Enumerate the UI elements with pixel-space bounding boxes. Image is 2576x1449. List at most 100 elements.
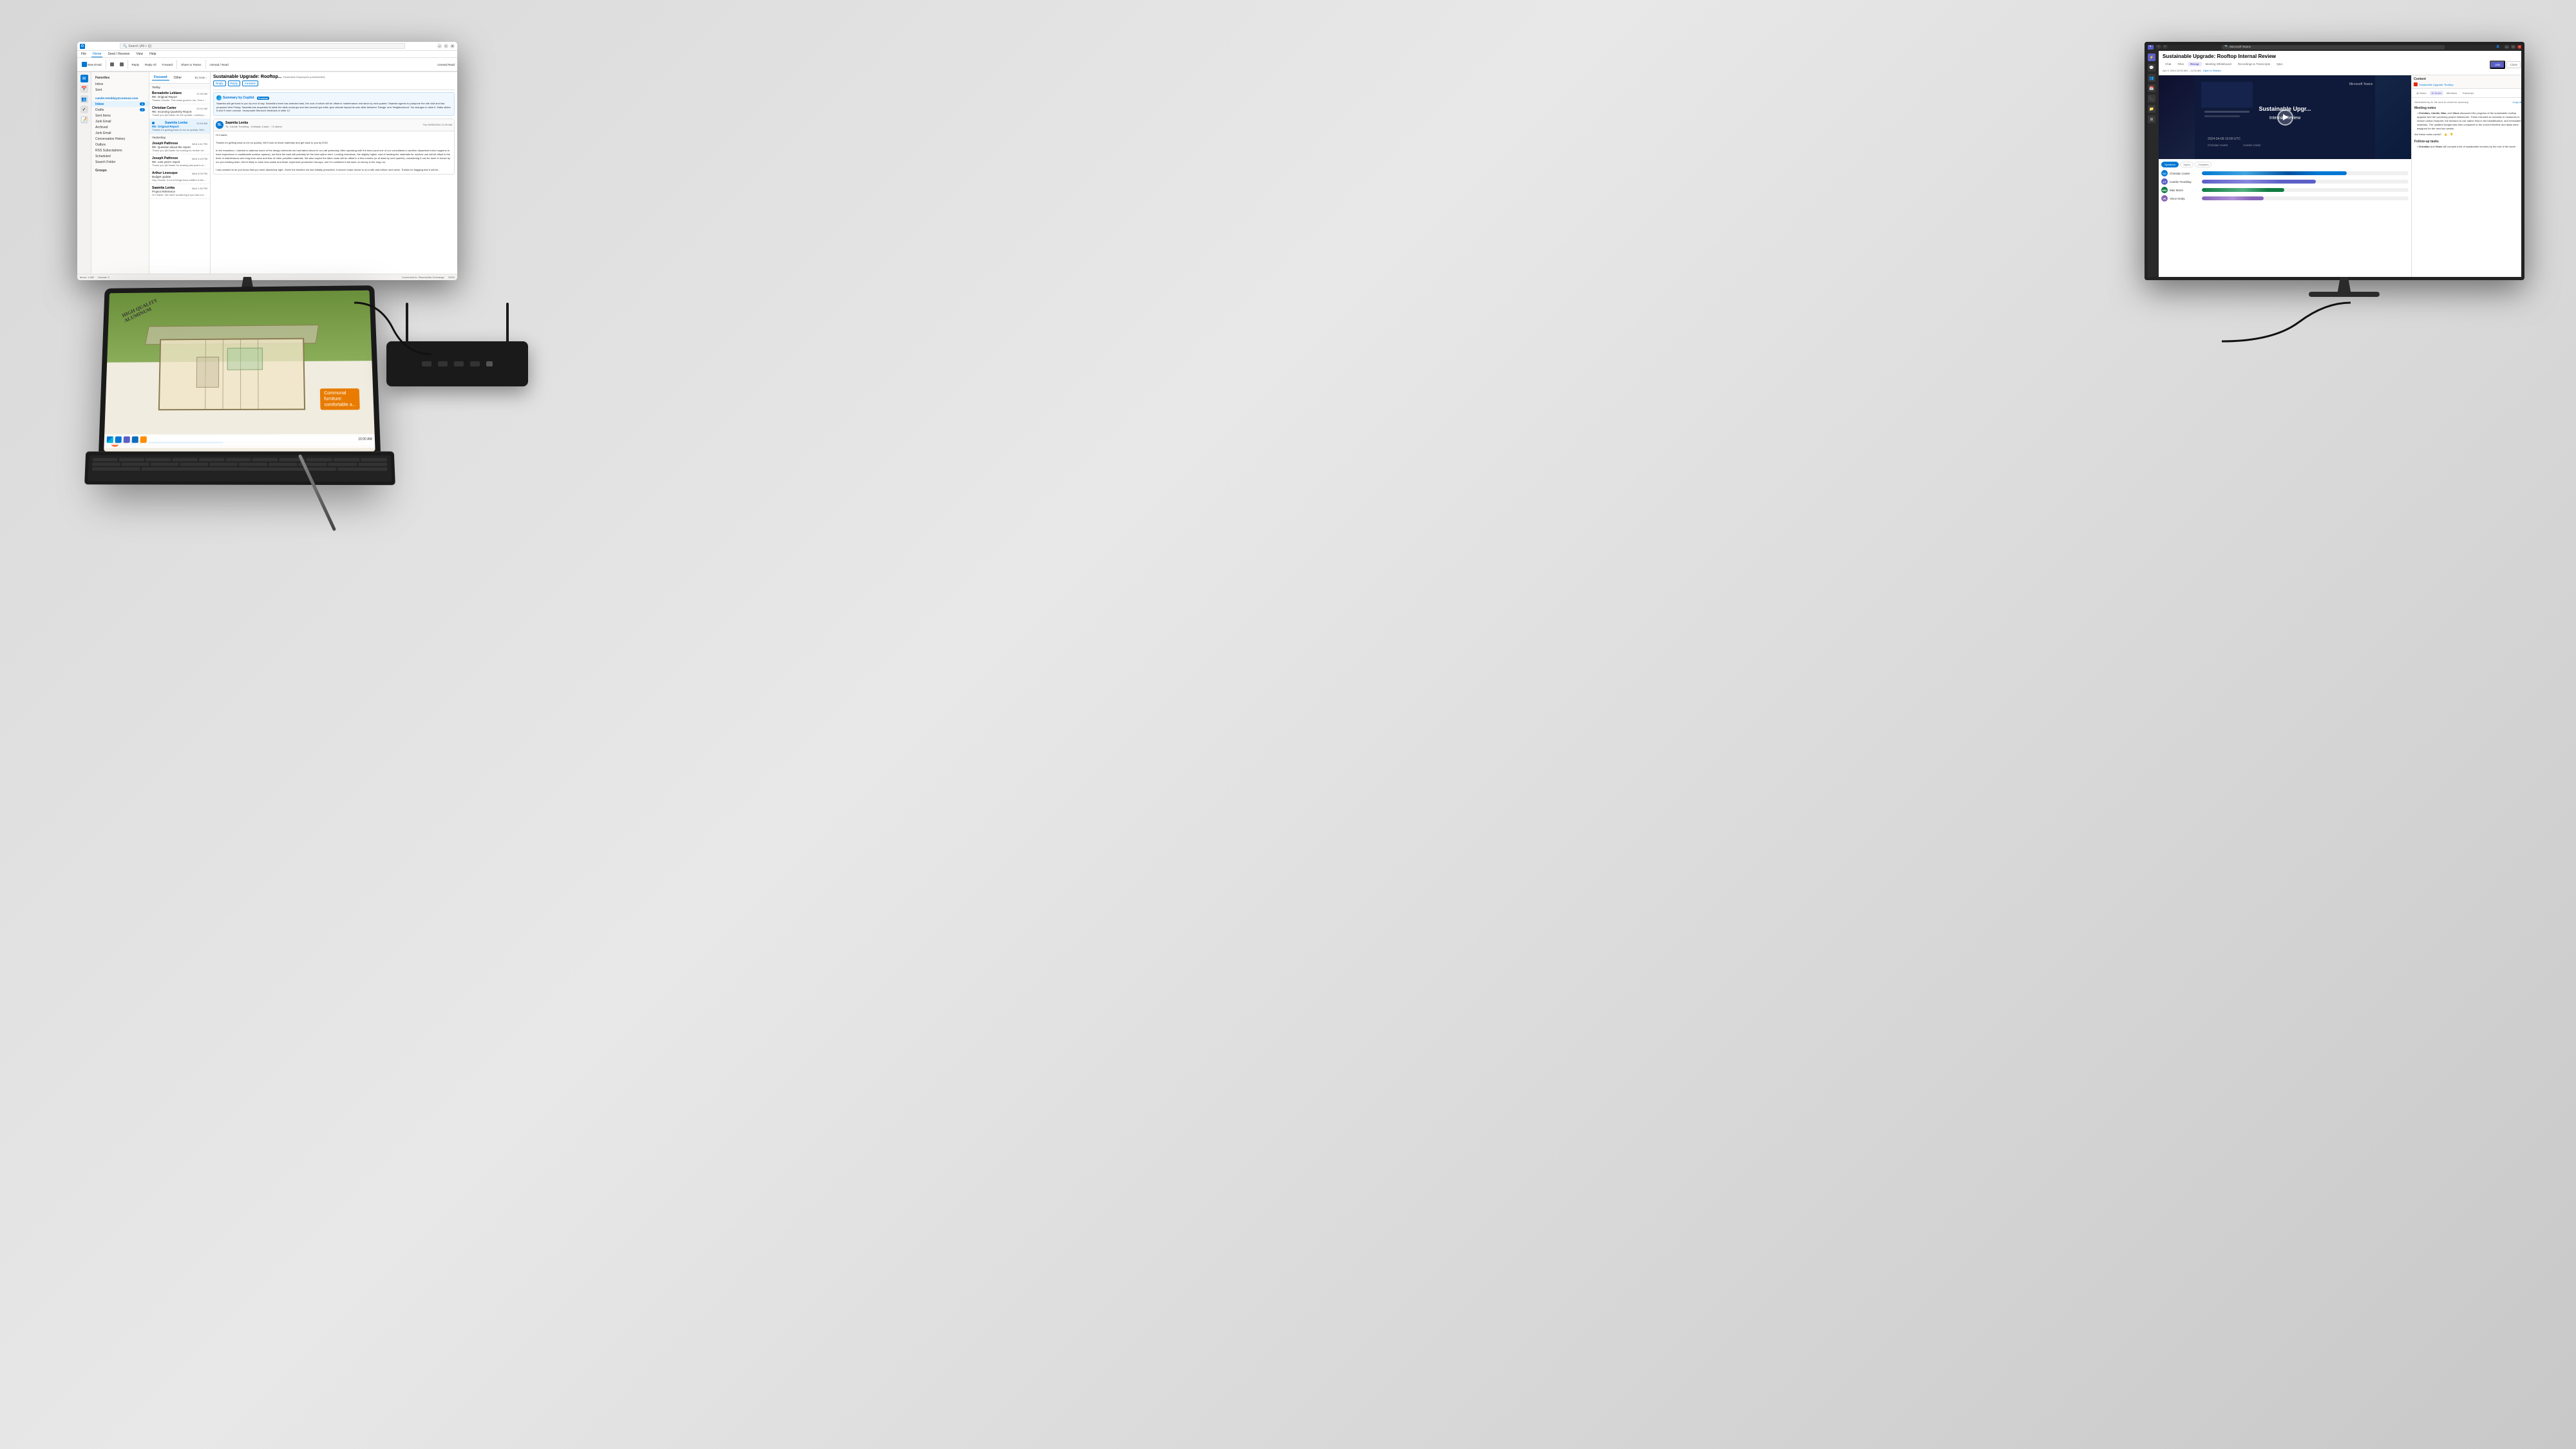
interior-svg <box>160 339 305 409</box>
teams-search-box[interactable]: 🔍 Microsoft Teams <box>2222 44 2445 50</box>
email-item-saamita[interactable]: Saamita Lenka 10:18 AM RE: Original Repo… <box>149 119 210 134</box>
email-item-bernadette[interactable]: Bernadette Leblanc 11:05 AM RE: Original… <box>149 90 210 104</box>
nav-tasks-icon[interactable]: ✓ <box>80 106 88 113</box>
speakers-tab[interactable]: Speakers <box>2161 162 2179 167</box>
ribbon-tab-home[interactable]: Home <box>91 52 102 57</box>
tab-other[interactable]: Other <box>172 75 184 80</box>
shift-right-key <box>337 468 387 471</box>
video-player[interactable]: Sustainable Upgr... Internal Review 2024… <box>2159 75 2411 159</box>
key <box>269 462 297 466</box>
unread-read-button[interactable]: Unread / Read <box>208 62 231 68</box>
folder-item-archived[interactable]: Junk Email <box>91 130 149 136</box>
open-in-stream-link[interactable]: Open in Stream <box>2203 69 2221 72</box>
tab-recordings[interactable]: Recordings & Transcripts <box>2235 62 2273 66</box>
folder-item-outbox[interactable]: Outbox <box>91 142 149 147</box>
reply-button[interactable]: Reply <box>130 62 142 68</box>
email-item-joseph1[interactable]: Joseph Pathrose Wed 4:41 PM RE: Question… <box>149 140 210 155</box>
email-item-christian[interactable]: Christian Carter 10:41 AM RE: Incoming Q… <box>149 104 210 119</box>
nav-mail-icon[interactable]: ✉ <box>80 75 88 82</box>
teams-main-area: Sustainable Upgrade: Rooftop Internal Re… <box>2159 51 2524 280</box>
taskbar-teams-icon[interactable] <box>124 437 130 443</box>
folder-item-inbox-fav[interactable]: Inbox <box>91 81 149 87</box>
follow-up-1: Christian and Vince will compile a list … <box>2414 145 2522 149</box>
meeting-close-button[interactable]: Close <box>2506 61 2521 68</box>
ribbon-tab-help[interactable]: Help <box>148 52 157 57</box>
back-arrow-button[interactable]: ‹ <box>2156 44 2161 49</box>
ribbon-tab-view[interactable]: View <box>135 52 144 57</box>
nav-calendar-icon[interactable]: 📅 <box>80 85 88 93</box>
unread-read-right[interactable]: Unread Read <box>437 63 455 66</box>
teams-nav-teams[interactable]: 👥 <box>2148 74 2155 82</box>
reply-all-action-button[interactable]: Reply <box>228 80 241 86</box>
folder-item-deleted[interactable]: Archived <box>91 124 149 130</box>
video-play-button[interactable] <box>2277 109 2293 126</box>
search-icon: 🔍 <box>123 44 127 48</box>
chapters-tab[interactable]: Chapters <box>2195 162 2211 167</box>
teams-nav-chat[interactable]: 💬 <box>2148 64 2155 71</box>
tab-qna[interactable]: Q&A <box>2274 62 2286 66</box>
right-monitor: T ‹ › 🔍 Microsoft Teams 👤 — □ ✕ <box>2145 42 2524 280</box>
nav-notes-icon[interactable]: 📝 <box>80 116 88 124</box>
taskbar-outlook-icon[interactable] <box>132 437 138 443</box>
folder-item-junk[interactable]: Junk Email <box>91 118 149 124</box>
archive-button[interactable] <box>118 61 126 68</box>
taskbar-edge-icon[interactable] <box>115 437 122 443</box>
teams-minimize-button[interactable]: — <box>2505 44 2509 49</box>
taskbar-whiteboard-icon[interactable] <box>140 437 147 443</box>
copilot-label: Summary by Copilot <box>223 96 254 100</box>
maximize-button[interactable]: □ <box>444 44 448 48</box>
forward-action-button[interactable]: Forward <box>242 80 258 86</box>
folder-item-scheduled[interactable]: Scheduled <box>91 153 149 159</box>
teams-nav-activity[interactable]: ⚡ <box>2148 53 2155 61</box>
tab-recap[interactable]: Recap <box>2188 62 2202 66</box>
notes-tab-notes[interactable]: @ Notes <box>2414 91 2429 95</box>
join-button[interactable]: Join <box>2490 61 2505 69</box>
share-to-teams-button[interactable]: Share to Teams <box>179 62 203 68</box>
teams-nav-apps[interactable]: ⊞ <box>2148 115 2155 123</box>
folder-item-inbox[interactable]: Inbox 3 <box>91 101 149 107</box>
teams-nav-files[interactable]: 📁 <box>2148 105 2155 113</box>
tab-files[interactable]: Files <box>2175 62 2187 66</box>
minimize-button[interactable]: — <box>437 44 442 48</box>
folder-item-drafts[interactable]: Drafts 2 <box>91 107 149 113</box>
delete-button[interactable] <box>108 61 116 68</box>
copy-all-button[interactable]: Copy all <box>2513 100 2522 104</box>
reply-all-button[interactable]: Reply All <box>143 62 158 68</box>
email-item-saamita2[interactable]: Saamita Lenka Wed 1:40 PM Project Refere… <box>149 184 210 199</box>
folder-item-search[interactable]: Search Folder <box>91 159 149 165</box>
email-item-arthur[interactable]: Arthur Levesque Wed 3:03 PM Budget updat… <box>149 169 210 184</box>
reply-action-button[interactable]: Reply <box>213 80 226 86</box>
ribbon-tab-file[interactable]: File <box>80 52 88 57</box>
forward-arrow-button[interactable]: › <box>2163 44 2168 49</box>
folder-item-rss[interactable]: RSS Subscriptions <box>91 147 149 153</box>
email-item-joseph2[interactable]: Joseph Pathrose Wed 3:15 PM RE: Last yea… <box>149 155 210 169</box>
outlook-search-box[interactable]: 🔍 Search (Alt + Q) <box>120 43 405 49</box>
teams-right-panel: Content Sustainable Upgrade: Rooftop @ N… <box>2412 75 2524 280</box>
notes-tab-mentions[interactable]: Mentions <box>2445 91 2459 95</box>
dock-port-dp <box>454 361 464 366</box>
notes-tab-transcript[interactable]: Transcript <box>2460 91 2476 95</box>
new-email-button[interactable]: New Email <box>80 61 104 68</box>
thumbs-down-button[interactable]: 👎 <box>2450 133 2453 136</box>
tab-focused[interactable]: Focused <box>152 75 169 80</box>
thumbs-up-button[interactable]: 👍 <box>2444 133 2447 136</box>
preview-saamita2: Hi Charlie. We were wondering if you had… <box>152 193 207 196</box>
folder-item-sent[interactable]: Sent Items <box>91 113 149 118</box>
nav-contacts-icon[interactable]: 👥 <box>80 95 88 103</box>
teams-close-button[interactable]: ✕ <box>2517 44 2522 49</box>
tab-chat[interactable]: Chat <box>2163 62 2174 66</box>
teams-nav-calls[interactable]: 📞 <box>2148 95 2155 102</box>
topics-tab[interactable]: Topics <box>2180 162 2193 167</box>
teams-nav-calendar[interactable]: 📅 <box>2148 84 2155 92</box>
teams-maximize-button[interactable]: □ <box>2511 44 2515 49</box>
folder-item-conv[interactable]: Conversation History <box>91 136 149 142</box>
email-sort-label[interactable]: By Date ↓ <box>194 76 207 79</box>
notes-tab-ai[interactable]: AI Notes <box>2430 91 2443 95</box>
close-button[interactable]: ✕ <box>450 44 455 48</box>
forward-button[interactable]: Forward <box>160 62 175 68</box>
taskbar-start-icon[interactable] <box>107 437 113 443</box>
tab-whiteboard[interactable]: Meeting Whiteboard <box>2203 62 2234 66</box>
folder-item-sent-fav[interactable]: Sent <box>91 87 149 93</box>
content-item-rooftop[interactable]: Sustainable Upgrade: Rooftop <box>2414 82 2523 86</box>
ribbon-tab-send-receive[interactable]: Send / Receive <box>106 52 131 57</box>
